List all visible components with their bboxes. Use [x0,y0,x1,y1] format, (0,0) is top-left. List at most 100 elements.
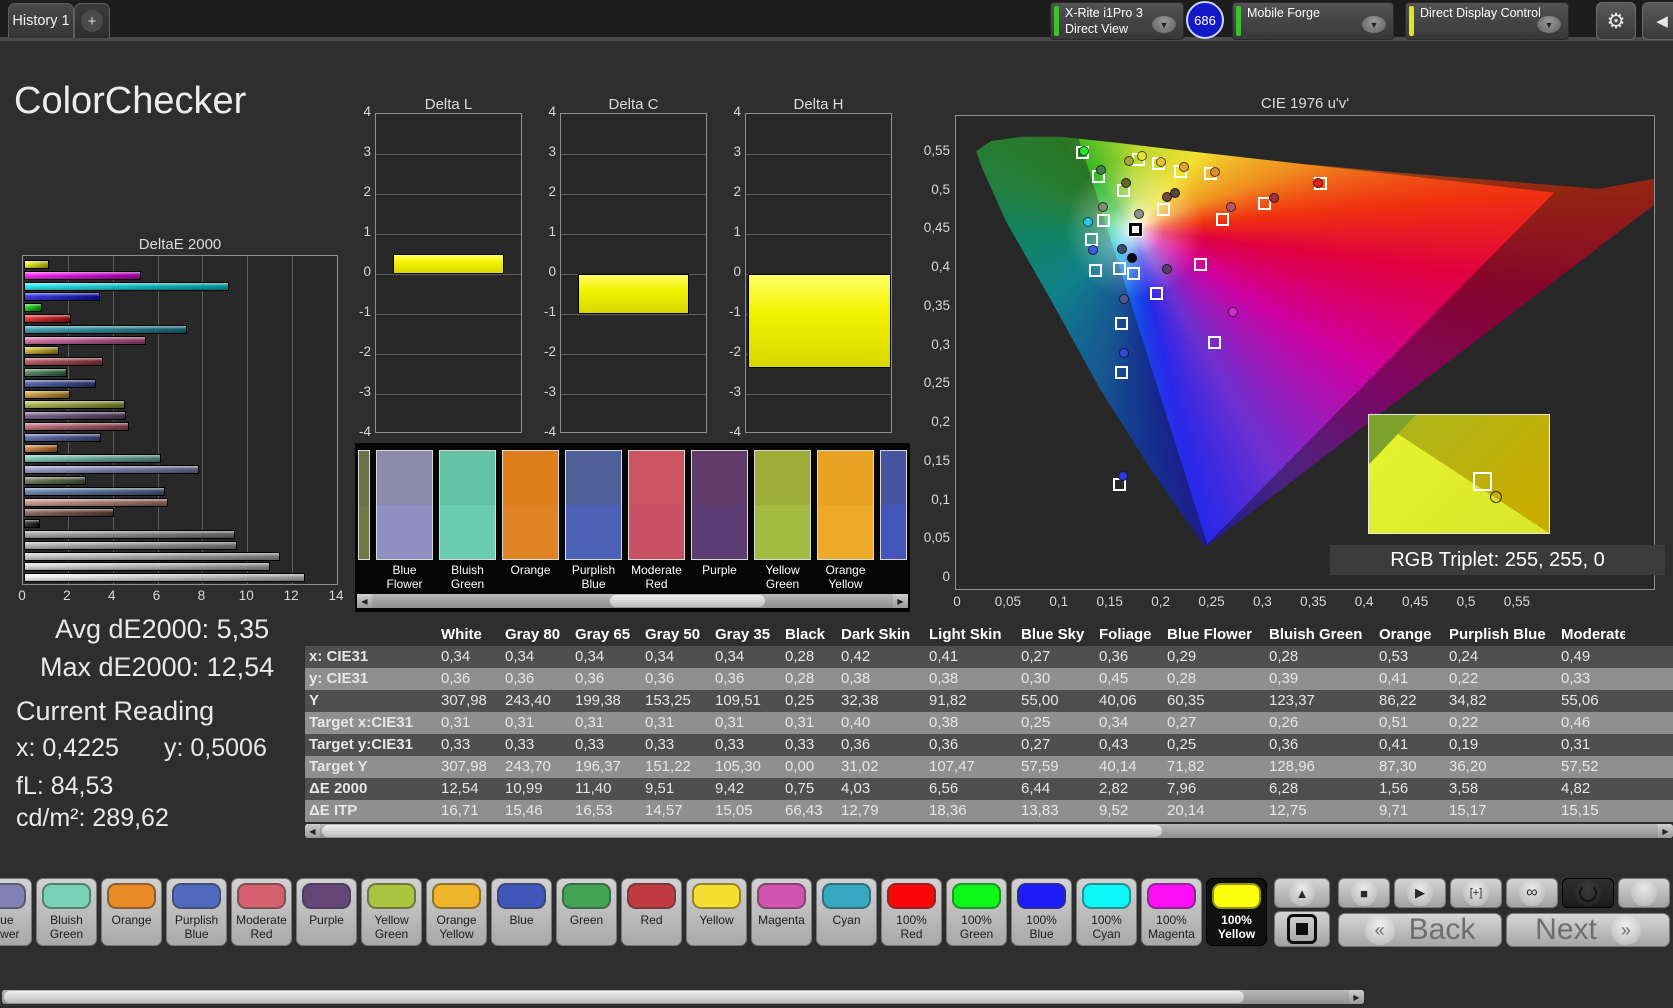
cie-target-square [1115,366,1128,379]
patch-button-green[interactable]: Green [556,878,617,946]
table-cell: 0,38 [925,712,1017,734]
pane-up-button[interactable]: ▲ [1274,878,1330,908]
delta-y-tick: 3 [341,144,371,159]
swatch-tile-purple[interactable] [691,450,748,560]
auto-advance-button[interactable] [1562,878,1614,908]
single-measure-button[interactable]: [+] [1450,878,1502,908]
stop-button[interactable]: ■ [1338,878,1390,908]
cie-x-tick: 0,05 [986,594,1030,609]
patch-button-label: 100%Cyan [1077,913,1136,941]
collapse-panel-button[interactable]: ◀ [1642,2,1673,40]
swatch-tile-label: Orange [499,563,562,577]
table-cell: 20,14 [1163,800,1265,822]
cie-y-tick: 0,4 [912,259,950,274]
table-cell: 151,22 [641,756,711,778]
cie-measured-point [1134,209,1144,219]
settings-button[interactable]: ⚙ [1596,2,1636,40]
next-button[interactable]: Next » [1506,913,1670,947]
scroll-right-arrow-icon[interactable]: ▶ [1658,824,1673,838]
swatch-strip-scrollbar[interactable]: ◀▶ [357,594,908,608]
scroll-left-arrow-icon[interactable]: ◀ [305,824,320,838]
table-cell: 0,22 [1445,668,1557,690]
patch-button-orange-yellow[interactable]: OrangeYellow [426,878,487,946]
swatch-tile-orange-yellow[interactable] [817,450,874,560]
gridline [376,394,521,395]
chevron-down-icon[interactable]: ▼ [1152,16,1176,33]
swatch-tile-moderate-red[interactable] [628,450,685,560]
patch-button-label: PurplishBlue [167,913,226,941]
chevron-down-icon[interactable]: ▼ [1362,16,1386,33]
patch-button-bluish-green[interactable]: BluishGreen [36,878,97,946]
deltae-x-tick: 14 [321,588,351,603]
play-button[interactable]: ▶ [1394,878,1446,908]
source-dropdown[interactable]: Mobile Forge ▼ [1232,2,1394,40]
patch-window-button[interactable] [1274,911,1330,947]
cie-measured-point [1119,348,1129,358]
deltae-bar-black [24,519,40,528]
patch-color-chip [367,883,416,909]
deltae-x-tick: 6 [142,588,172,603]
cie-target-square [1194,258,1207,271]
scroll-right-arrow-icon[interactable]: ▶ [1349,990,1364,1004]
tab-history-1[interactable]: History 1 [8,3,74,38]
record-button[interactable] [1618,878,1670,908]
infinity-icon: ∞ [1519,880,1545,906]
back-button[interactable]: « Back [1338,913,1502,947]
cie-y-tick: 0,45 [912,220,950,235]
play-icon: ▶ [1407,880,1433,906]
patch-button-100%-cyan[interactable]: 100%Cyan [1076,878,1137,946]
swatch-tile-yellow-green[interactable] [754,450,811,560]
patch-button-100%-magenta[interactable]: 100%Magenta [1141,878,1202,946]
display-control-dropdown[interactable]: Direct Display Control ▼ [1405,2,1569,40]
table-cell: 0,31 [641,712,711,734]
continuous-measure-button[interactable]: ∞ [1506,878,1558,908]
column-header-purplish-blue: Purplish Blue [1445,624,1557,646]
patch-color-chip [887,883,936,909]
bottom-scrollbar-thumb[interactable] [4,991,1244,1003]
patch-button-cyan[interactable]: Cyan [816,878,877,946]
deltae-bar-moderate-red [24,422,129,431]
table-scrollbar-thumb[interactable] [322,825,1162,837]
chevron-down-icon[interactable]: ▼ [1537,16,1561,33]
source-name: Mobile Forge [1247,5,1365,21]
swatch-scrollbar-thumb[interactable] [610,595,764,607]
patch-button-100%-yellow[interactable]: 100%Yellow [1206,878,1267,946]
swatch-tile-bluish-green[interactable] [439,450,496,560]
patch-button-100%-green[interactable]: 100%Green [946,878,1007,946]
swatch-tile-purplish-blue[interactable] [565,450,622,560]
patch-button-purple[interactable]: Purple [296,878,357,946]
swatch-tile-partial-left[interactable] [358,450,370,560]
column-header-white: White [437,624,501,646]
table-cell: 0,51 [1375,712,1445,734]
patch-color-chip [42,883,91,909]
patch-button-moderate-red[interactable]: ModerateRed [231,878,292,946]
scroll-left-arrow-icon[interactable]: ◀ [357,594,372,608]
gridline [561,154,706,155]
patch-button-orange[interactable]: Orange [101,878,162,946]
table-cell: 0,26 [1265,712,1375,734]
cie-chart-title: CIE 1976 u'v' [955,95,1655,112]
meter-dropdown[interactable]: X-Rite i1Pro 3 Direct View ▼ [1050,2,1184,40]
swatch-tile-orange[interactable] [502,450,559,560]
patch-button-100%-blue[interactable]: 100%Blue [1011,878,1072,946]
table-cell: 12,75 [1265,800,1375,822]
delta-y-tick: 4 [526,104,556,119]
patch-button-purplish-blue[interactable]: PurplishBlue [166,878,227,946]
patch-button-blue-flower[interactable]: BlueFlower [0,878,32,946]
patch-button-red[interactable]: Red [621,878,682,946]
table-cell: 0,36 [501,668,571,690]
square-frame-icon [1287,914,1317,944]
patch-button-magenta[interactable]: Magenta [751,878,812,946]
patch-button-blue[interactable]: Blue [491,878,552,946]
deltae-bar-dark-skin [24,508,114,517]
bottom-scrollbar[interactable]: ▶ [2,990,1364,1004]
new-tab-button[interactable]: + [74,3,110,38]
swatch-tile-blue-flower[interactable] [376,450,433,560]
cie-y-tick: 0,2 [912,414,950,429]
swatch-tile-partial-right[interactable] [880,450,907,560]
patch-button-yellow[interactable]: Yellow [686,878,747,946]
scroll-right-arrow-icon[interactable]: ▶ [893,594,908,608]
patch-button-100%-red[interactable]: 100%Red [881,878,942,946]
patch-button-yellow-green[interactable]: YellowGreen [361,878,422,946]
table-scrollbar[interactable]: ◀ ▶ [305,824,1673,838]
